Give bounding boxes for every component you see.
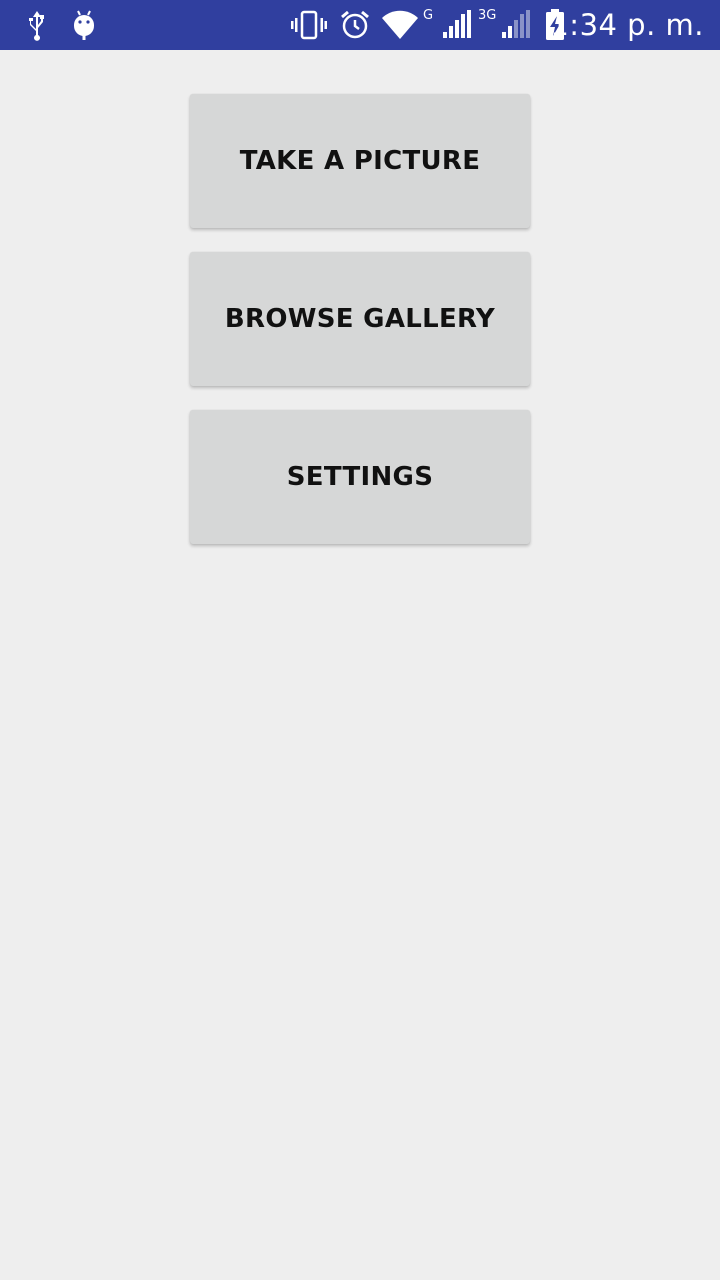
network-type-label: 3G xyxy=(478,8,497,23)
android-debug-icon xyxy=(70,0,98,50)
signal-icon xyxy=(440,0,472,50)
network-type-label: G xyxy=(423,8,434,23)
usb-icon xyxy=(24,0,50,50)
browse-gallery-button[interactable]: BROWSE GALLERY xyxy=(190,252,530,386)
status-time: 1:34 p. m. xyxy=(550,8,704,42)
signal-icon xyxy=(499,0,531,50)
status-bar: G 3G 1:34 p. m. xyxy=(0,0,720,50)
settings-button[interactable]: SETTINGS xyxy=(190,410,530,544)
alarm-icon xyxy=(338,0,372,50)
main-content: TAKE A PICTURE BROWSE GALLERY SETTINGS xyxy=(0,50,720,1280)
vibrate-icon xyxy=(290,0,328,50)
wifi-icon xyxy=(380,0,420,50)
take-picture-button[interactable]: TAKE A PICTURE xyxy=(190,94,530,228)
